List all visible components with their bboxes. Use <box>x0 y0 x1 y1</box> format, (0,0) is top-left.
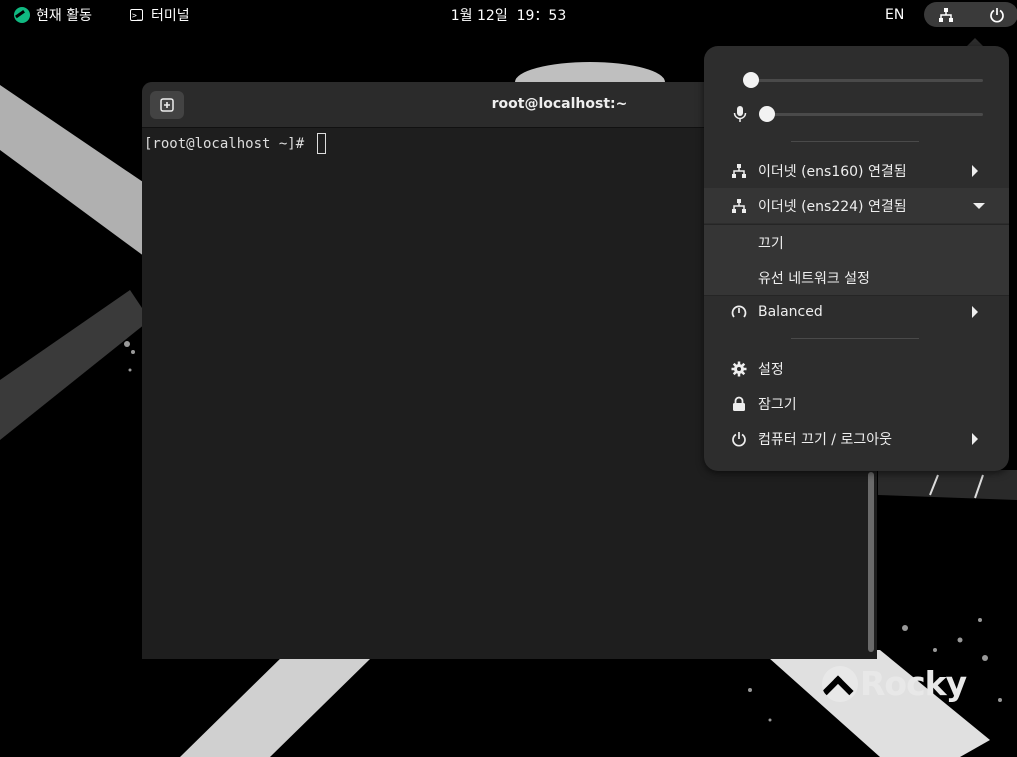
power-icon <box>730 430 748 448</box>
separator <box>791 141 919 142</box>
terminal-icon: >_ <box>130 8 143 21</box>
volume-slider[interactable] <box>743 72 983 88</box>
menu-item-ethernet-ens160[interactable]: 이더넷 (ens160) 연결됨 <box>704 153 1009 188</box>
app-menu-button[interactable]: >_ 터미널 <box>130 0 190 29</box>
menu-item-lock[interactable]: 잠그기 <box>704 386 1009 421</box>
submenu-item-label: 유선 네트워크 설정 <box>758 270 870 287</box>
separator <box>791 338 919 339</box>
chevron-right-icon <box>972 305 978 318</box>
shell-prompt: [root@localhost ~]# <box>144 136 313 152</box>
power-profile-icon <box>730 303 748 321</box>
power-icon <box>990 8 1004 23</box>
activities-label: 현재 활동 <box>36 7 92 24</box>
network-wired-icon <box>730 162 748 180</box>
activities-button[interactable]: 현재 활동 <box>14 0 92 29</box>
clock-button[interactable]: 1월 12일 19：53 <box>451 5 566 25</box>
quick-settings-menu: 이더넷 (ens160) 연결됨 이더넷 (ens224) 연결됨 끄기 유선 … <box>704 46 1009 471</box>
menu-item-ethernet-ens224[interactable]: 이더넷 (ens224) 연결됨 <box>704 188 1009 223</box>
microphone-icon <box>733 106 747 122</box>
lock-icon <box>730 395 748 413</box>
rocky-logo-text: Rocky <box>860 664 967 703</box>
system-menu-button[interactable] <box>924 2 1017 27</box>
submenu-item-label: 끄기 <box>758 235 784 252</box>
network-icon <box>939 8 953 22</box>
volume-slider-track <box>743 79 983 82</box>
app-menu-label: 터미널 <box>151 7 190 24</box>
chevron-right-icon <box>972 432 978 445</box>
ens224-submenu: 끄기 유선 네트워크 설정 <box>704 224 1009 296</box>
menu-item-power-off-logout[interactable]: 컴퓨터 끄기 / 로그아웃 <box>704 421 1009 456</box>
terminal-scrollbar[interactable] <box>868 472 874 652</box>
rocky-logo: Rocky <box>822 664 967 703</box>
menu-item-label: 잠그기 <box>758 396 797 413</box>
microphone-slider-track <box>759 113 983 116</box>
menu-item-label: 설정 <box>758 361 784 378</box>
network-wired-icon <box>730 197 748 215</box>
chevron-down-icon <box>973 202 985 209</box>
gear-icon <box>730 360 748 378</box>
top-bar: 현재 활동 >_ 터미널 1월 12일 19：53 EN <box>0 0 1017 29</box>
rocky-mark-icon <box>822 665 858 702</box>
microphone-slider-knob[interactable] <box>759 106 775 122</box>
submenu-item-turn-off[interactable]: 끄기 <box>704 225 1009 260</box>
chevron-right-icon <box>972 164 978 177</box>
menu-item-power-profile[interactable]: Balanced <box>704 294 1009 329</box>
menu-item-settings[interactable]: 설정 <box>704 351 1009 386</box>
input-source-indicator[interactable]: EN <box>885 0 904 29</box>
menu-item-label: Balanced <box>758 303 823 320</box>
microphone-slider[interactable] <box>759 106 983 122</box>
menu-item-label: 이더넷 (ens160) 연결됨 <box>758 163 907 180</box>
volume-slider-knob[interactable] <box>743 72 759 88</box>
menu-item-label: 이더넷 (ens224) 연결됨 <box>758 198 907 215</box>
terminal-cursor <box>316 133 326 154</box>
submenu-item-wired-settings[interactable]: 유선 네트워크 설정 <box>704 260 1009 295</box>
input-source-label: EN <box>885 6 905 23</box>
rocky-activities-icon <box>14 6 30 23</box>
menu-item-label: 컴퓨터 끄기 / 로그아웃 <box>758 431 892 448</box>
